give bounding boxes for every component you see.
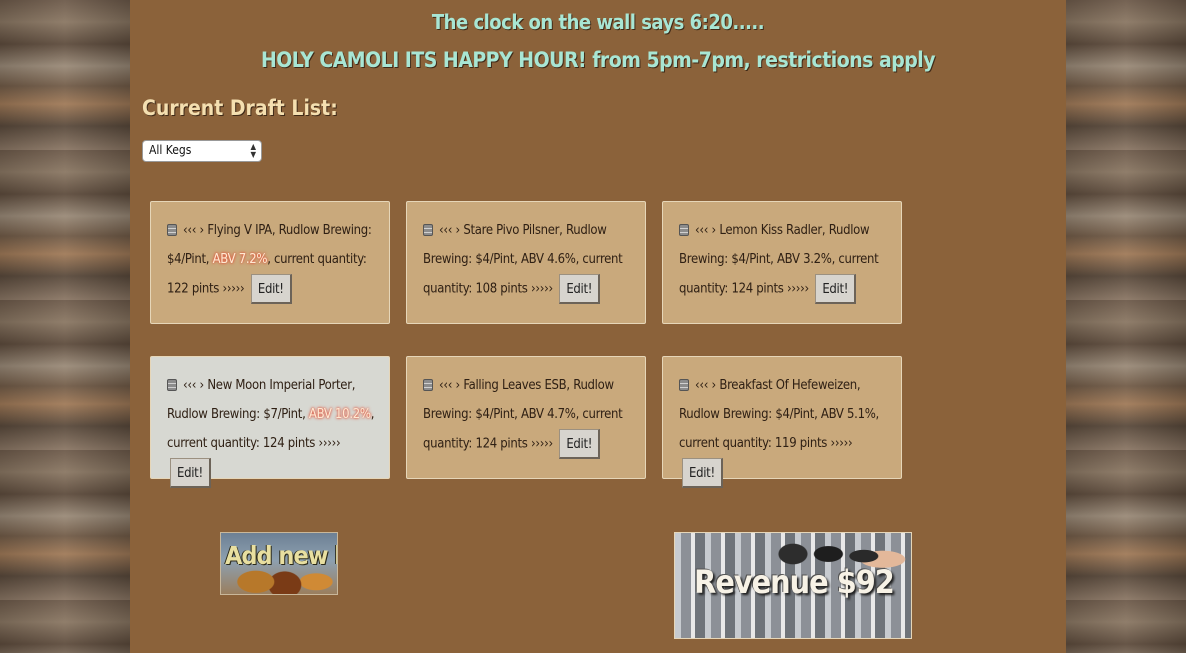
edit-button[interactable]: Edit! (815, 274, 857, 304)
keg-arrows-right[interactable]: ››››› (531, 437, 553, 452)
keg-card: ‹‹‹ › Falling Leaves ESB, Rudlow Brewing… (406, 356, 646, 479)
edit-button[interactable]: Edit! (250, 274, 292, 304)
wood-background-right (1066, 0, 1186, 653)
keg-card: ‹‹‹ › Breakfast Of Hefeweizen, Rudlow Br… (662, 356, 902, 488)
keg-arrows-left[interactable]: ‹‹‹ › (183, 223, 204, 238)
main-panel: The clock on the wall says 6:20..... HOL… (130, 0, 1066, 653)
keg-abv: ABV 4.6% (520, 252, 576, 267)
keg-filter-value: All Kegs (149, 143, 192, 157)
keg-icon (167, 379, 177, 391)
keg-abv: ABV 3.2% (776, 252, 832, 267)
edit-button[interactable]: Edit! (682, 458, 723, 488)
keg-icon (423, 224, 433, 236)
keg-price: $4/Pint, (475, 407, 518, 422)
add-new-keg-label: Add new keg (225, 541, 337, 570)
keg-name: Flying V IPA, Rudlow Brewing: (207, 223, 372, 238)
keg-arrows-left[interactable]: ‹‹‹ › (695, 223, 716, 238)
keg-arrows-right[interactable]: ››››› (787, 282, 809, 297)
keg-icon (423, 379, 433, 391)
keg-abv: ABV 4.7% (520, 407, 576, 422)
keg-price: $7/Pint, (263, 407, 306, 422)
keg-price: $4/Pint, (475, 252, 518, 267)
add-new-keg-button[interactable]: Add new keg (220, 532, 338, 595)
keg-arrows-right[interactable]: ››››› (223, 282, 245, 297)
keg-abv: ABV 10.2% (308, 407, 371, 422)
select-arrows-icon: ▲ ▼ (250, 142, 256, 159)
keg-arrows-right[interactable]: ››››› (531, 282, 553, 297)
edit-button[interactable]: Edit! (559, 429, 601, 459)
keg-price: $4/Pint, (167, 252, 210, 267)
keg-filter-select[interactable]: All Kegs ▲ ▼ (142, 140, 262, 162)
keg-icon (679, 224, 689, 236)
keg-icon (167, 224, 177, 236)
keg-arrows-left[interactable]: ‹‹‹ › (439, 223, 460, 238)
keg-arrows-left[interactable]: ‹‹‹ › (439, 378, 460, 393)
keg-card: ‹‹‹ › Stare Pivo Pilsner, Rudlow Brewing… (406, 201, 646, 324)
keg-price: $4/Pint, (731, 252, 774, 267)
revenue-label: Revenue $92 (694, 563, 895, 601)
keg-abv: ABV 5.1% (820, 407, 876, 422)
keg-arrows-right[interactable]: ››››› (830, 436, 852, 451)
edit-button[interactable]: Edit! (170, 458, 211, 488)
keg-abv: ABV 7.2% (212, 252, 268, 267)
wood-background-left (0, 0, 130, 653)
keg-arrows-left[interactable]: ‹‹‹ › (695, 378, 716, 393)
keg-arrows-right[interactable]: ››››› (318, 436, 340, 451)
keg-card: ‹‹‹ › Lemon Kiss Radler, Rudlow Brewing:… (662, 201, 902, 324)
draft-list-title: Current Draft List: (142, 96, 338, 120)
keg-icon (679, 379, 689, 391)
keg-card: ‹‹‹ › Flying V IPA, Rudlow Brewing: $4/P… (150, 201, 390, 324)
revenue-banner[interactable]: Revenue $92 (674, 532, 912, 639)
happy-hour-banner: HOLY CAMOLI ITS HAPPY HOUR! from 5pm-7pm… (260, 48, 936, 72)
keg-arrows-left[interactable]: ‹‹‹ › (183, 378, 204, 393)
keg-card: ‹‹‹ › New Moon Imperial Porter, Rudlow B… (150, 356, 390, 488)
clock-text: The clock on the wall says 6:20..... (431, 10, 765, 34)
keg-price: $4/Pint, (775, 407, 818, 422)
edit-button[interactable]: Edit! (559, 274, 601, 304)
